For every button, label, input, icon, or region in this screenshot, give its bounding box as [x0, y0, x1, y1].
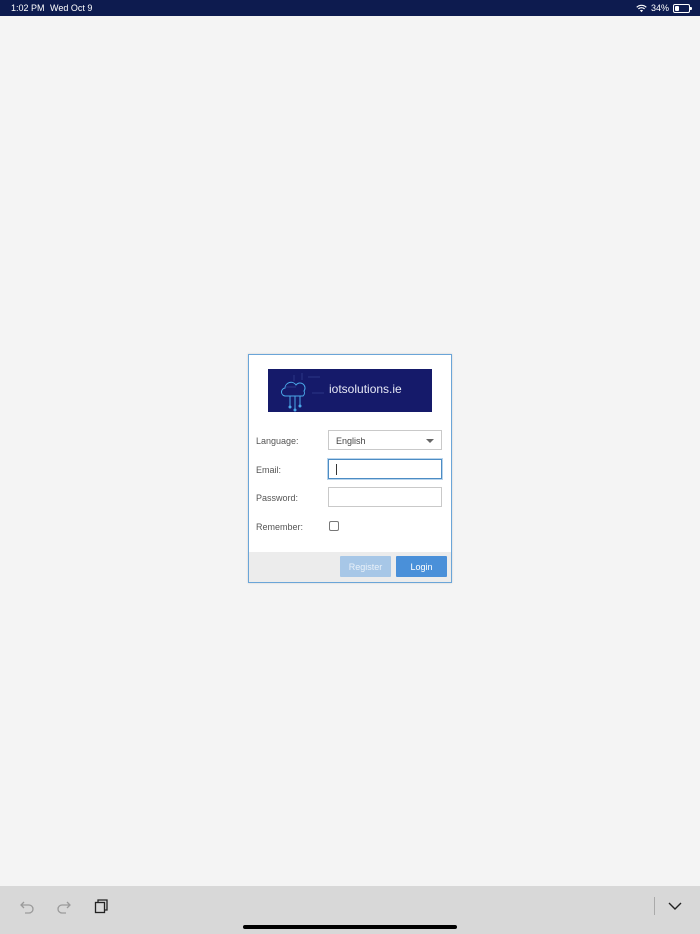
wifi-icon [636, 4, 647, 12]
home-indicator[interactable] [243, 925, 457, 929]
login-dialog: iotsolutions.ie Language: English Email:… [248, 354, 452, 583]
status-date: Wed Oct 9 [50, 3, 93, 13]
language-select[interactable]: English [328, 430, 442, 450]
dialog-footer: Register Login [249, 552, 451, 582]
status-bar: 1:02 PM Wed Oct 9 34% [0, 0, 700, 16]
register-button[interactable]: Register [340, 556, 391, 577]
redo-icon[interactable] [56, 898, 72, 914]
battery-icon [673, 3, 692, 13]
password-field[interactable] [328, 487, 442, 507]
status-indicators: 34% [636, 3, 692, 13]
status-time: 1:02 PM [11, 3, 45, 13]
remember-label: Remember: [256, 522, 304, 532]
language-value: English [336, 436, 366, 446]
language-label: Language: [256, 436, 299, 446]
cloud-circuit-icon [281, 373, 324, 412]
logo-text: iotsolutions.ie [329, 382, 402, 396]
password-label: Password: [256, 493, 299, 503]
battery-percent: 34% [650, 3, 669, 13]
email-label: Email: [256, 465, 282, 475]
chevron-down-icon [426, 439, 434, 443]
remember-checkbox[interactable] [329, 521, 339, 531]
chevron-down-icon[interactable] [667, 898, 683, 914]
logo: iotsolutions.ie [268, 369, 432, 412]
toolbar-divider [654, 897, 655, 915]
login-button[interactable]: Login [396, 556, 447, 577]
text-cursor [336, 464, 337, 475]
email-field[interactable] [328, 459, 442, 479]
clipboard-icon[interactable] [93, 898, 109, 914]
undo-icon[interactable] [19, 898, 35, 914]
